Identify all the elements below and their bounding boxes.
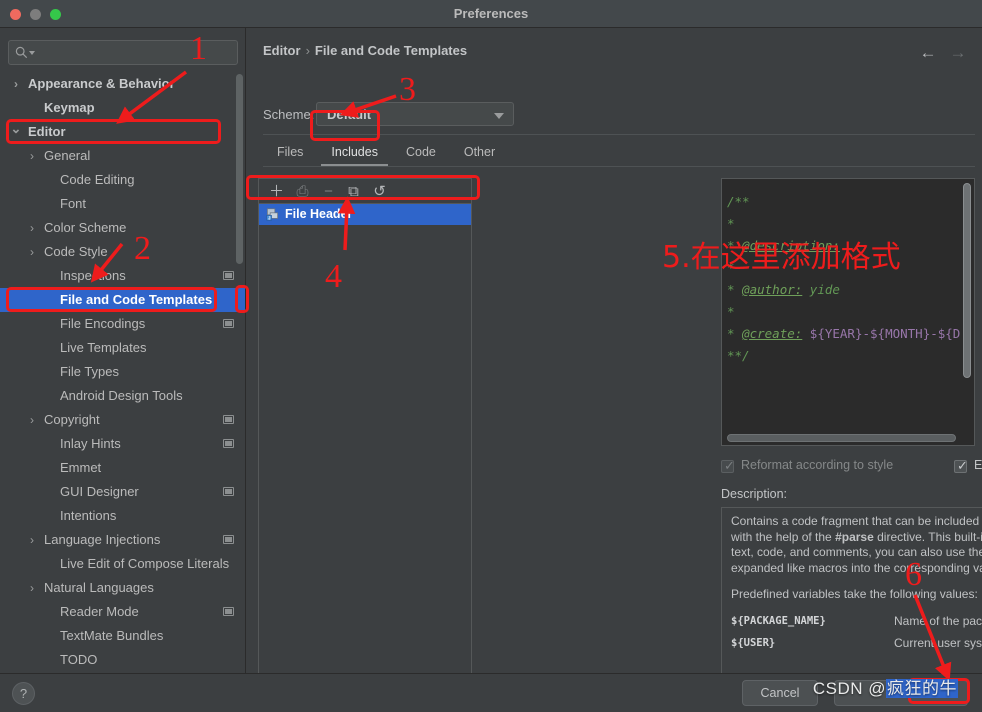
preferences-dialog: Preferences › Appearance & Behavior Keymap…	[0, 0, 982, 712]
csdn-watermark: CSDN @疯狂的牛	[813, 674, 958, 699]
annotation-overlay	[90, 70, 952, 682]
watermark-handle: 疯狂的牛	[886, 679, 958, 698]
watermark-prefix: CSDN @	[812, 679, 886, 698]
